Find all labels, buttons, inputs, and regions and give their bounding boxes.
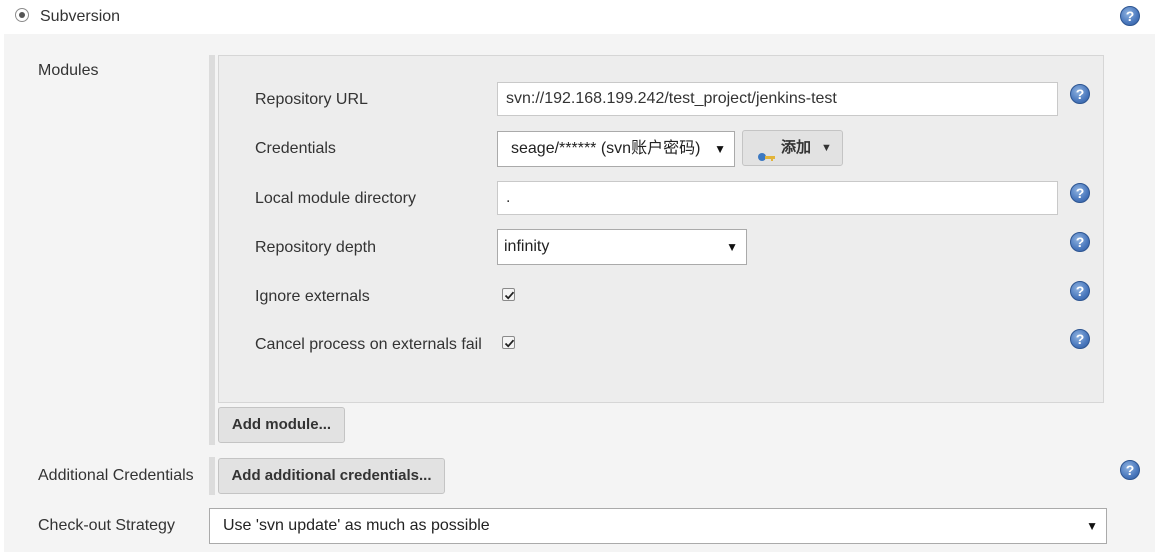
subversion-radio[interactable]	[15, 8, 29, 22]
help-icon[interactable]: ?	[1070, 183, 1090, 203]
credentials-select[interactable]: seage/****** (svn账户密码) ▼	[497, 131, 735, 167]
checkout-strategy-selected: Use 'svn update' as much as possible	[223, 517, 490, 534]
additional-credentials-label: Additional Credentials	[38, 467, 194, 484]
checkout-strategy-label: Check-out Strategy	[38, 517, 175, 534]
help-icon[interactable]: ?	[1070, 232, 1090, 252]
chevron-down-icon: ▼	[726, 240, 738, 254]
chevron-down-icon: ▼	[1086, 519, 1098, 533]
modules-label: Modules	[38, 62, 99, 79]
add-additional-credentials-button[interactable]: Add additional credentials...	[218, 458, 445, 494]
help-icon[interactable]: ?	[1070, 281, 1090, 301]
ignore-externals-label: Ignore externals	[255, 288, 370, 305]
credentials-selected: seage/****** (svn账户密码)	[511, 140, 701, 157]
subversion-label: Subversion	[40, 8, 121, 25]
local-module-directory-label: Local module directory	[255, 190, 416, 207]
help-icon[interactable]: ?	[1070, 84, 1090, 104]
repository-depth-label: Repository depth	[255, 239, 376, 256]
help-icon[interactable]: ?	[1120, 460, 1140, 480]
repository-url-label: Repository URL	[255, 91, 368, 108]
scm-header	[0, 0, 1167, 34]
cancel-on-externals-fail-label: Cancel process on externals fail	[255, 336, 482, 353]
key-icon	[757, 142, 777, 161]
add-credentials-button[interactable]: 添加 ▼	[742, 130, 843, 166]
ignore-externals-checkbox[interactable]	[502, 288, 515, 301]
add-credentials-label: 添加	[781, 139, 812, 156]
repository-url-input[interactable]: svn://192.168.199.242/test_project/jenki…	[497, 82, 1058, 116]
credentials-label: Credentials	[255, 140, 336, 157]
help-icon[interactable]: ?	[1120, 6, 1140, 26]
repository-depth-selected: infinity	[504, 238, 550, 255]
repository-depth-select[interactable]: infinity ▼	[497, 229, 747, 265]
help-icon[interactable]: ?	[1070, 329, 1090, 349]
chevron-down-icon: ▼	[714, 142, 726, 156]
modules-bar	[209, 55, 215, 445]
cancel-on-externals-fail-checkbox[interactable]	[502, 336, 515, 349]
local-module-directory-input[interactable]: .	[497, 181, 1058, 215]
additional-credentials-bar	[209, 457, 215, 495]
add-module-button[interactable]: Add module...	[218, 407, 345, 443]
chevron-down-icon: ▼	[821, 142, 832, 154]
checkout-strategy-select[interactable]: Use 'svn update' as much as possible ▼	[209, 508, 1107, 544]
